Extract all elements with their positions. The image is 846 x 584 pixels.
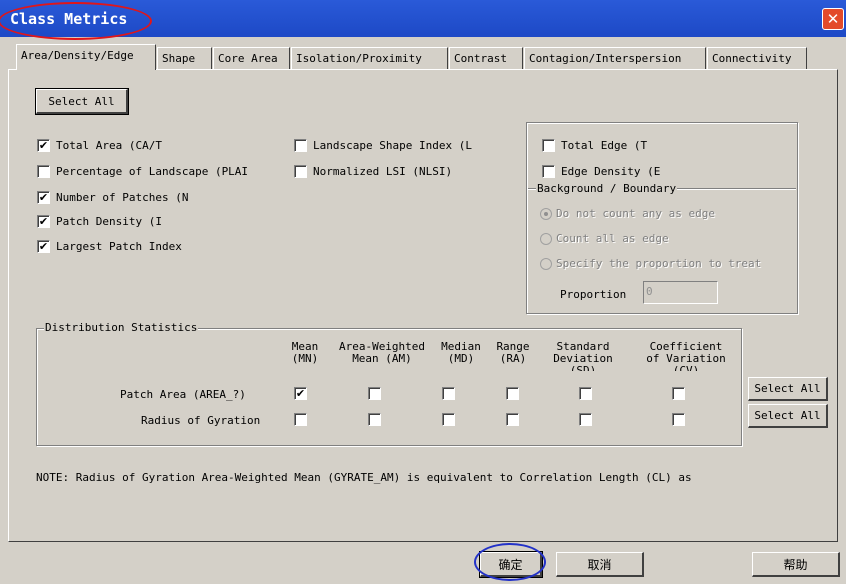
label-landscape-shape-index: Landscape Shape Index (L [313, 139, 472, 152]
label-total-edge: Total Edge (T [561, 139, 648, 152]
col-header-median: Median (MD) [441, 341, 481, 365]
checkbox-patch-area-cv[interactable] [672, 387, 685, 400]
tab-isolation-proximity[interactable]: Isolation/Proximity [291, 47, 448, 69]
distribution-title: Distribution Statistics [44, 321, 199, 334]
checkbox-gyration-sd[interactable] [579, 413, 592, 426]
checkbox-patch-area-ra[interactable] [506, 387, 519, 400]
tab-area-density-edge[interactable]: Area/Density/Edge [16, 44, 156, 70]
cancel-button[interactable]: 取消 [556, 552, 644, 577]
checkbox-gyration-md[interactable] [442, 413, 455, 426]
checkbox-patch-area-am[interactable] [368, 387, 381, 400]
checkbox-gyration-am[interactable] [368, 413, 381, 426]
help-button[interactable]: 帮助 [752, 552, 840, 577]
tab-core-area[interactable]: Core Area [213, 47, 290, 69]
checkbox-total-area[interactable]: ✔ [37, 139, 50, 152]
label-do-not-count: Do not count any as edge [556, 207, 715, 220]
checkbox-total-edge[interactable] [542, 139, 555, 152]
checkbox-patch-area-md[interactable] [442, 387, 455, 400]
radio-do-not-count[interactable] [540, 208, 552, 220]
checkbox-patch-area-sd[interactable] [579, 387, 592, 400]
label-number-of-patches: Number of Patches (N [56, 191, 189, 204]
col-header-coefficient-of-variation: Coefficient of Variation (CV) [646, 341, 726, 371]
checkbox-patch-density[interactable]: ✔ [37, 215, 50, 228]
label-count-all: Count all as edge [556, 232, 669, 245]
checkbox-gyration-cv[interactable] [672, 413, 685, 426]
label-largest-patch-index: Largest Patch Index [56, 240, 182, 253]
checkbox-number-of-patches[interactable]: ✔ [37, 191, 50, 204]
proportion-input[interactable]: 0 [643, 281, 718, 304]
select-all-gyration-button[interactable]: Select All [748, 404, 828, 428]
checkbox-percentage-of-landscape[interactable] [37, 165, 50, 178]
col-header-area-weighted: Area-Weighted Mean (AM) [338, 341, 426, 365]
checkbox-gyration-ra[interactable] [506, 413, 519, 426]
tab-shape[interactable]: Shape [157, 47, 212, 69]
select-all-patch-area-button[interactable]: Select All [748, 377, 828, 401]
label-patch-density: Patch Density (I [56, 215, 162, 228]
checkbox-patch-area-mean[interactable]: ✔ [294, 387, 307, 400]
checkbox-gyration-mean[interactable] [294, 413, 307, 426]
col-header-range: Range (RA) [496, 341, 530, 365]
tab-contrast[interactable]: Contrast [449, 47, 523, 69]
label-total-area: Total Area (CA/T [56, 139, 162, 152]
label-proportion: Proportion [560, 288, 627, 301]
radio-specify-proportion[interactable] [540, 258, 552, 270]
close-button[interactable]: ✕ [822, 8, 844, 30]
row-label-radius-of-gyration: Radius of Gyration [141, 414, 261, 427]
tab-contagion-interspersion[interactable]: Contagion/Interspersion [524, 47, 706, 69]
tab-connectivity[interactable]: Connectivity [707, 47, 807, 69]
col-header-standard-deviation: Standard Deviation (SD) [553, 341, 613, 371]
radio-count-all[interactable] [540, 233, 552, 245]
checkbox-landscape-shape-index[interactable] [294, 139, 307, 152]
col-header-mean: Mean (MN) [291, 341, 319, 365]
checkbox-normalized-lsi[interactable] [294, 165, 307, 178]
label-percentage-of-landscape: Percentage of Landscape (PLAI [56, 165, 249, 178]
title-highlight-ellipse [0, 2, 152, 40]
ok-highlight-ellipse [474, 543, 546, 581]
checkbox-edge-density[interactable] [542, 165, 555, 178]
label-normalized-lsi: Normalized LSI (NLSI) [313, 165, 453, 178]
row-label-patch-area: Patch Area (AREA_?) [120, 388, 246, 401]
select-all-button[interactable]: Select All [35, 88, 129, 115]
checkbox-largest-patch-index[interactable]: ✔ [37, 240, 50, 253]
label-specify-proportion: Specify the proportion to treat [556, 257, 762, 270]
note-text: NOTE: Radius of Gyration Area-Weighted M… [36, 471, 692, 484]
label-edge-density: Edge Density (E [561, 165, 661, 178]
background-boundary-title: Background / Boundary [536, 182, 678, 195]
